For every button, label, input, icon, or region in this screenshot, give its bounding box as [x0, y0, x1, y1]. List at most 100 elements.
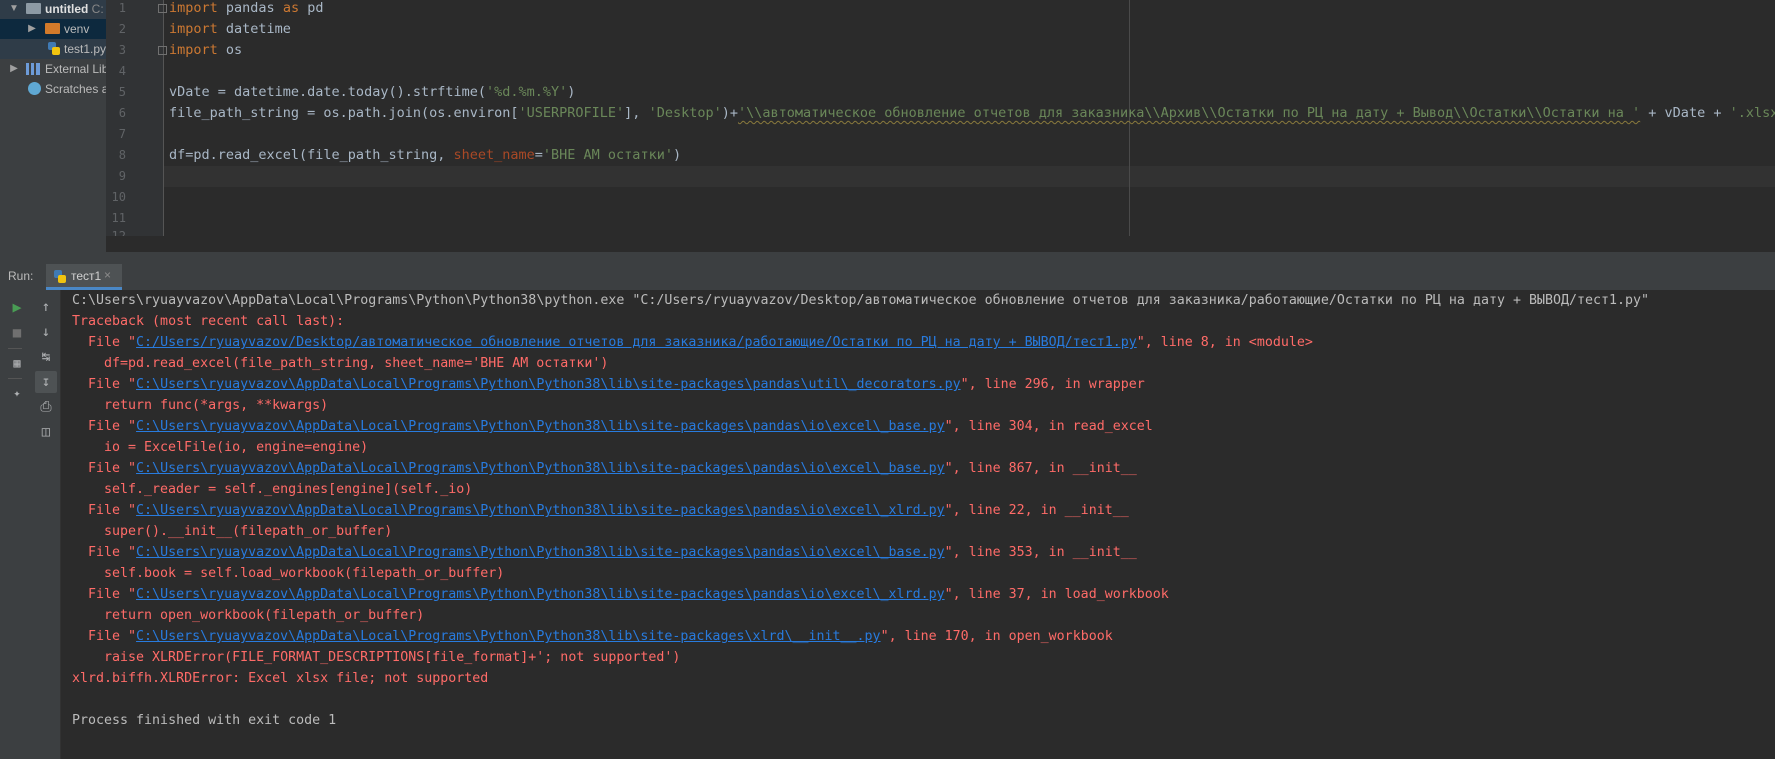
- tree-label: Scratches a: [45, 82, 106, 96]
- code-line-3: import os: [169, 40, 242, 61]
- traceback-file-line: File "C:\Users\ryuayvazov\AppData\Local\…: [88, 542, 1137, 563]
- fold-marker-icon[interactable]: [158, 46, 167, 55]
- scratches-icon: [28, 82, 41, 95]
- traceback-file-line: File "C:\Users\ryuayvazov\AppData\Local\…: [88, 584, 1169, 605]
- file-prefix: File ": [88, 377, 137, 392]
- keyword: import: [169, 21, 218, 37]
- scroll-to-end-icon[interactable]: ↧: [35, 371, 57, 393]
- library-icon: [26, 63, 40, 75]
- run-tool-window-header: Run: тест1 ×: [0, 264, 1775, 291]
- file-link[interactable]: C:\Users\ryuayvazov\AppData\Local\Progra…: [136, 503, 945, 518]
- line-number: 5: [118, 85, 126, 99]
- exit-message: Process finished with exit code 1: [72, 713, 337, 728]
- string-literal: '.xlsx': [1729, 105, 1775, 121]
- toolbar-separator: [8, 348, 22, 349]
- file-prefix: File ": [88, 419, 137, 434]
- string-literal: 'ВНЕ АМ остатки': [542, 147, 673, 163]
- file-link[interactable]: C:\Users\ryuayvazov\AppData\Local\Progra…: [136, 419, 945, 434]
- traceback-code-line: super().__init__(filepath_or_buffer): [104, 524, 393, 539]
- keyword-argument: sheet_name: [453, 147, 535, 163]
- frame-location: ", line 867, in __init__: [944, 461, 1137, 476]
- line-number: 3: [118, 43, 126, 57]
- code-line-2: import datetime: [169, 19, 291, 40]
- toolbar-separator: [8, 378, 22, 379]
- line-number: 10: [111, 190, 126, 204]
- arrow-up-icon[interactable]: ↑: [35, 296, 57, 318]
- frame-location: ", line 353, in __init__: [944, 545, 1137, 560]
- arrow-down-icon[interactable]: ↓: [35, 321, 57, 343]
- folder-icon: [45, 23, 60, 34]
- code-text: df=pd.read_excel(file_path_string,: [169, 147, 454, 163]
- console-command: C:\Users\ryuayvazov\AppData\Local\Progra…: [72, 293, 1650, 308]
- run-tab-label: тест1: [71, 269, 102, 283]
- code-line-5: vDate = datetime.date.today().strftime('…: [169, 82, 575, 103]
- tree-label: venv: [64, 22, 90, 36]
- project-tool-window: ▼ untitled C: ▶ venv test1.py ▶ External…: [0, 0, 106, 252]
- string-literal: '%d.%m.%Y': [485, 84, 568, 100]
- keyword: import: [169, 42, 218, 58]
- traceback-code-line: raise XLRDError(FILE_FORMAT_DESCRIPTIONS…: [104, 650, 681, 665]
- keyword: import: [169, 0, 218, 16]
- soft-wrap-icon[interactable]: ↹: [35, 346, 57, 368]
- python-file-icon: [54, 270, 66, 283]
- frame-location: ", line 296, in wrapper: [960, 377, 1145, 392]
- code-text: + vDate +: [1640, 105, 1730, 121]
- close-icon[interactable]: ×: [104, 268, 111, 282]
- line-number: 7: [118, 127, 126, 141]
- run-tab[interactable]: тест1 ×: [46, 264, 122, 290]
- rerun-icon[interactable]: ▶: [6, 296, 28, 318]
- frame-location: ", line 37, in load_workbook: [944, 587, 1169, 602]
- file-link[interactable]: C:\Users\ryuayvazov\AppData\Local\Progra…: [136, 629, 881, 644]
- line-number: 11: [111, 211, 126, 225]
- file-prefix: File ": [88, 335, 137, 350]
- pin-icon[interactable]: ✦: [6, 382, 28, 404]
- file-link[interactable]: C:/Users/ryuayvazov/Desktop/автоматическ…: [136, 335, 1137, 350]
- layout-icon[interactable]: ▦: [6, 352, 28, 374]
- code-text: vDate = datetime.date.today().strftime(: [169, 84, 486, 100]
- chevron-right-icon[interactable]: ▶: [8, 59, 20, 79]
- folder-icon: [26, 3, 41, 14]
- frame-location: ", line 170, in open_workbook: [880, 629, 1113, 644]
- traceback-file-line: File "C:\Users\ryuayvazov\AppData\Local\…: [88, 374, 1145, 395]
- code-text: pd: [299, 0, 324, 16]
- code-text: ): [567, 84, 576, 100]
- file-link[interactable]: C:\Users\ryuayvazov\AppData\Local\Progra…: [136, 587, 945, 602]
- line-number: 6: [118, 106, 126, 120]
- tree-node-root[interactable]: ▼ untitled C:: [0, 0, 106, 19]
- file-link[interactable]: C:\Users\ryuayvazov\AppData\Local\Progra…: [136, 377, 961, 392]
- current-line-highlight: [164, 166, 1775, 187]
- code-line-6: file_path_string = os.path.join(os.envir…: [169, 103, 1775, 124]
- line-number: 1: [118, 1, 126, 15]
- frame-location: ", line 8, in <module>: [1136, 335, 1313, 350]
- error-message: xlrd.biffh.XLRDError: Excel xlsx file; n…: [72, 671, 489, 686]
- file-prefix: File ": [88, 587, 137, 602]
- line-number: 2: [118, 22, 126, 36]
- traceback-code-line: self.book = self.load_workbook(filepath_…: [104, 566, 505, 581]
- trash-icon[interactable]: ◫: [35, 421, 57, 443]
- tree-node-venv[interactable]: ▶ venv: [0, 19, 106, 39]
- traceback-code-line: return func(*args, **kwargs): [104, 398, 329, 413]
- stop-icon[interactable]: ■: [6, 322, 28, 344]
- code-line-8: df=pd.read_excel(file_path_string, sheet…: [169, 145, 681, 166]
- file-link[interactable]: C:\Users\ryuayvazov\AppData\Local\Progra…: [136, 545, 945, 560]
- line-number: 8: [118, 148, 126, 162]
- project-name: untitled: [45, 2, 89, 16]
- code-line-1: import pandas as pd: [169, 0, 323, 19]
- traceback-code-line: return open_workbook(filepath_or_buffer): [104, 608, 425, 623]
- fold-marker-icon[interactable]: [158, 4, 167, 13]
- tree-node-test1[interactable]: test1.py: [0, 39, 106, 59]
- chevron-right-icon[interactable]: ▶: [26, 19, 38, 39]
- traceback-file-line: File "C:\Users\ryuayvazov\AppData\Local\…: [88, 626, 1113, 647]
- code-text: os: [217, 42, 243, 58]
- code-text: =: [534, 147, 543, 163]
- file-link[interactable]: C:\Users\ryuayvazov\AppData\Local\Progra…: [136, 461, 945, 476]
- file-prefix: File ": [88, 461, 137, 476]
- run-toolbar: ▶ ■ ▦ ✦ ↑ ↓ ↹ ↧ ⎙ ◫: [0, 290, 61, 759]
- traceback-file-line: File "C:\Users\ryuayvazov\AppData\Local\…: [88, 416, 1153, 437]
- file-prefix: File ": [88, 545, 137, 560]
- code-text: datetime: [217, 21, 291, 37]
- file-prefix: File ": [88, 629, 137, 644]
- print-icon[interactable]: ⎙: [35, 396, 57, 418]
- chevron-down-icon[interactable]: ▼: [8, 0, 20, 19]
- traceback-code-line: df=pd.read_excel(file_path_string, sheet…: [104, 356, 609, 371]
